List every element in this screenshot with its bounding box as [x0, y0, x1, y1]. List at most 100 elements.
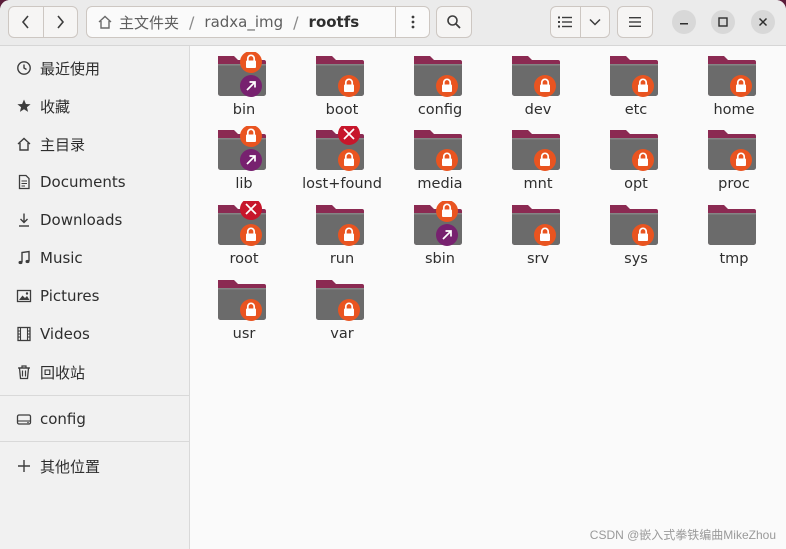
breadcrumb-separator: /	[293, 12, 299, 32]
lock-emblem-icon	[240, 52, 262, 73]
sidebar-item-label: 最近使用	[40, 59, 101, 78]
folder-icon	[316, 280, 364, 321]
lock-emblem-icon	[338, 75, 360, 97]
home-icon	[14, 134, 34, 154]
folder-item[interactable]: proc	[685, 126, 783, 200]
drive-icon	[14, 409, 34, 429]
clock-icon	[14, 58, 34, 78]
lock-emblem-icon	[730, 75, 752, 97]
folder-item[interactable]: root	[195, 201, 293, 275]
document-icon	[14, 172, 34, 192]
sidebar-item-music[interactable]: Music	[0, 240, 189, 276]
breadcrumb-current[interactable]: rootfs	[307, 13, 362, 31]
folder-item[interactable]: lib	[195, 126, 293, 200]
forward-button[interactable]	[42, 7, 77, 37]
lock-emblem-icon	[338, 149, 360, 171]
lock-emblem-icon	[730, 149, 752, 171]
breadcrumb-home[interactable]: 主文件夹	[87, 12, 181, 33]
breadcrumb-item[interactable]: radxa_img	[202, 13, 285, 31]
sidebar-item-recent[interactable]: 最近使用	[0, 50, 189, 86]
folder-item[interactable]: media	[391, 126, 489, 200]
folder-item[interactable]: config	[391, 52, 489, 126]
vertical-dots-icon	[411, 15, 414, 29]
sidebar-item-downloads[interactable]: Downloads	[0, 202, 189, 238]
folder-icon	[610, 130, 658, 171]
folder-name: run	[329, 251, 355, 267]
folder-name: var	[330, 326, 354, 342]
path-menu-button[interactable]	[395, 7, 429, 37]
lock-emblem-icon	[632, 224, 654, 246]
main-menu-button[interactable]	[617, 6, 653, 38]
folder-name: proc	[718, 176, 750, 192]
folder-item[interactable]: opt	[587, 126, 685, 200]
folder-icon	[610, 205, 658, 246]
list-view-button[interactable]	[551, 7, 580, 37]
folder-icon	[218, 201, 266, 246]
lock-emblem-icon	[436, 201, 458, 222]
folder-name: sys	[624, 251, 648, 267]
sidebar-item-pictures[interactable]: Pictures	[0, 278, 189, 314]
music-icon	[14, 248, 34, 268]
folder-item[interactable]: home	[685, 52, 783, 126]
folder-item[interactable]: run	[293, 201, 391, 275]
folder-item[interactable]: sbin	[391, 201, 489, 275]
lock-emblem-icon	[534, 75, 556, 97]
breadcrumb-separator: /	[189, 12, 195, 32]
close-button[interactable]	[751, 10, 775, 34]
watermark: CSDN @嵌入式拳铁编曲MikeZhou	[589, 528, 776, 542]
view-options-dropdown[interactable]	[579, 7, 609, 37]
folder-icon	[610, 56, 658, 97]
folder-item[interactable]: var	[293, 276, 391, 350]
sidebar-item-documents[interactable]: Documents	[0, 164, 189, 200]
sidebar-item-config-drive[interactable]: config	[0, 401, 189, 437]
sidebar-item-starred[interactable]: 收藏	[0, 88, 189, 124]
folder-item[interactable]: mnt	[489, 126, 587, 200]
navigation-buttons	[8, 6, 78, 38]
sidebar-item-videos[interactable]: Videos	[0, 316, 189, 352]
folder-icon	[218, 52, 266, 97]
folder-icon	[316, 56, 364, 97]
folder-item[interactable]: etc	[587, 52, 685, 126]
sidebar-item-label: 收藏	[40, 97, 71, 116]
folder-icon	[316, 205, 364, 246]
lock-emblem-icon	[632, 75, 654, 97]
folder-item[interactable]: boot	[293, 52, 391, 126]
folder-item[interactable]: srv	[489, 201, 587, 275]
folder-name: config	[417, 102, 463, 118]
lock-emblem-icon	[240, 126, 262, 147]
sidebar-item-trash[interactable]: 回收站	[0, 354, 189, 390]
folder-item[interactable]: usr	[195, 276, 293, 350]
folder-name: lost+found	[302, 176, 382, 192]
breadcrumb-item[interactable]: 主文件夹	[117, 12, 181, 33]
minimize-icon	[680, 23, 688, 25]
sidebar-item-other-locations[interactable]: 其他位置	[0, 448, 189, 484]
star-icon	[14, 96, 34, 116]
folder-name: srv	[526, 251, 550, 267]
folder-item[interactable]: bin	[195, 52, 293, 126]
folder-icon	[414, 201, 462, 246]
minimize-button[interactable]	[672, 10, 696, 34]
folder-icon	[708, 56, 756, 97]
list-view-icon	[558, 16, 573, 28]
file-grid: bin boot config dev etc home lib lost+found medi…	[191, 46, 786, 549]
folder-icon	[512, 205, 560, 246]
folder-item[interactable]: dev	[489, 52, 587, 126]
folder-name: boot	[325, 102, 359, 118]
folder-name: media	[417, 176, 463, 192]
folder-item[interactable]: tmp	[685, 201, 783, 275]
lock-emblem-icon	[338, 299, 360, 321]
maximize-button[interactable]	[711, 10, 735, 34]
header-bar: 主文件夹 / radxa_img / rootfs	[0, 0, 786, 46]
view-switcher	[550, 6, 610, 38]
folder-icon	[414, 56, 462, 97]
sidebar-item-home[interactable]: 主目录	[0, 126, 189, 162]
sidebar-item-label: 回收站	[40, 363, 86, 382]
folder-item[interactable]: sys	[587, 201, 685, 275]
folder-item[interactable]: lost+found	[293, 126, 391, 200]
symlink-emblem-icon	[240, 75, 262, 97]
back-button[interactable]	[9, 7, 43, 37]
search-button[interactable]	[436, 6, 472, 38]
sidebar-item-label: Pictures	[40, 287, 100, 305]
sidebar-item-label: 主目录	[40, 135, 86, 154]
folder-name: tmp	[719, 251, 749, 267]
